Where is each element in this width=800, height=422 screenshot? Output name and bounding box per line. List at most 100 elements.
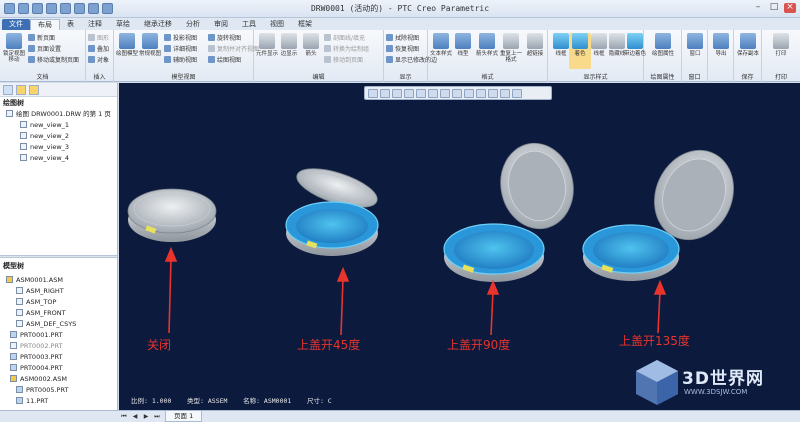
edge-display-button[interactable]: 边显示 bbox=[278, 33, 300, 69]
part-icon bbox=[16, 397, 23, 404]
tab-sketch[interactable]: 草绘 bbox=[109, 19, 137, 30]
tab-file[interactable]: 文件 bbox=[2, 19, 30, 30]
tab-frame[interactable]: 框架 bbox=[291, 19, 319, 30]
prev-page-icon[interactable]: ◀ bbox=[131, 413, 139, 421]
coordinate-system-icon bbox=[16, 320, 23, 327]
save-copy-button[interactable]: 保存副本 bbox=[737, 33, 759, 69]
text-style-button[interactable]: 文本样式 bbox=[430, 33, 452, 69]
tab-analysis[interactable]: 分析 bbox=[179, 19, 207, 30]
object-button[interactable]: 对象 bbox=[88, 56, 109, 65]
tab-table[interactable]: 表 bbox=[60, 19, 81, 30]
close-icon[interactable]: × bbox=[784, 3, 796, 13]
tab-tools[interactable]: 工具 bbox=[235, 19, 263, 30]
move-copy-page-button[interactable]: 移动或复制页面 bbox=[28, 56, 79, 65]
tree-item-part[interactable]: PRT0004.PRT bbox=[0, 363, 117, 374]
drawing-tree-item[interactable]: new_view_1 bbox=[0, 120, 117, 131]
drawing-tree-item[interactable]: new_view_2 bbox=[0, 131, 117, 142]
tab-legacy-migration[interactable]: 继承迁移 bbox=[137, 19, 179, 30]
graphic-button[interactable]: 图形 bbox=[88, 34, 109, 43]
tree-item-part[interactable]: PRT0002.PRT bbox=[0, 341, 117, 352]
drawing-tree-item[interactable]: new_view_3 bbox=[0, 142, 117, 153]
drawing-view-button[interactable]: 绘图视图 bbox=[208, 56, 241, 65]
folder-browser-icon[interactable] bbox=[16, 85, 26, 95]
erase-view-button[interactable]: 拭除视图 bbox=[386, 34, 419, 43]
text-style-label: 文本样式 bbox=[430, 51, 453, 57]
model-tree-header[interactable]: 模型树 bbox=[0, 260, 117, 272]
convert-draft-group-button[interactable]: 转换为绘制组 bbox=[324, 45, 369, 54]
arrow-button[interactable]: 箭头 bbox=[300, 33, 322, 69]
datum-plane-icon bbox=[16, 309, 23, 316]
group-drawing-props: 绘图属性 绘图属性 bbox=[644, 30, 682, 82]
first-page-icon[interactable]: ⏮ bbox=[120, 413, 128, 421]
tab-review[interactable]: 审阅 bbox=[207, 19, 235, 30]
new-page-button[interactable]: 新页面 bbox=[28, 34, 55, 43]
copy-align-icon bbox=[208, 45, 215, 52]
move-to-page-button[interactable]: 移动到页面 bbox=[324, 56, 363, 65]
last-page-icon[interactable]: ⏭ bbox=[153, 413, 161, 421]
wireframe-2-icon bbox=[591, 33, 607, 49]
hatch-fill-button[interactable]: 剖面线/填充 bbox=[324, 34, 365, 43]
drawing-tree-header[interactable]: 绘图树 bbox=[0, 97, 117, 109]
projection-view-button[interactable]: 投影视图 bbox=[164, 34, 197, 43]
wireframe-icon bbox=[553, 33, 569, 49]
next-page-icon[interactable]: ▶ bbox=[142, 413, 150, 421]
tree-item-part[interactable]: PRT0005.PRT bbox=[0, 385, 117, 396]
view-open-135[interactable] bbox=[582, 137, 748, 281]
page-tab[interactable]: 页面 1 bbox=[165, 411, 203, 422]
lock-view-button[interactable]: 锁定视图移动 bbox=[3, 33, 25, 69]
page-setup-button[interactable]: 页面设置 bbox=[28, 45, 61, 54]
edge-display-label: 边显示 bbox=[280, 51, 298, 57]
export-button[interactable]: 导出 bbox=[710, 33, 732, 69]
move-to-page-icon bbox=[324, 56, 331, 63]
drawing-tree-root-label: 绘图 DRW0001.DRW 的第 1 页 bbox=[16, 110, 111, 118]
repeat-format-button[interactable]: 重复上一格式 bbox=[500, 33, 522, 69]
drawing-model-button[interactable]: 绘图模型 bbox=[116, 33, 138, 69]
panel-splitter[interactable] bbox=[0, 255, 117, 258]
graphics-window[interactable]: 关闭 上盖开45度 上盖开90度 上盖开135度 比例: 1.000 类型: A… bbox=[119, 83, 800, 410]
tab-annotate[interactable]: 注释 bbox=[81, 19, 109, 30]
tree-item-part[interactable]: PRT0001.PRT bbox=[0, 330, 117, 341]
arrow-style-button[interactable]: 箭头样式 bbox=[476, 33, 498, 69]
component-display-button[interactable]: 元件显示 bbox=[256, 33, 278, 69]
auxiliary-view-button[interactable]: 辅助视图 bbox=[164, 56, 197, 65]
drawing-props-button[interactable]: 绘图属性 bbox=[652, 33, 674, 69]
hyperlink-button[interactable]: 超链接 bbox=[524, 33, 546, 69]
tree-item-part[interactable]: PRT0003.PRT bbox=[0, 352, 117, 363]
tab-view[interactable]: 视图 bbox=[263, 19, 291, 30]
cube-logo-icon bbox=[636, 360, 678, 405]
view-closed[interactable] bbox=[127, 188, 217, 242]
model-tree-root[interactable]: ASM0001.ASM bbox=[0, 275, 117, 286]
move-page-icon bbox=[28, 56, 35, 63]
view-open-45[interactable] bbox=[285, 161, 382, 256]
tree-item-subassembly[interactable]: ASM0002.ASM bbox=[0, 374, 117, 385]
maximize-icon[interactable]: □ bbox=[768, 3, 780, 13]
window-button[interactable]: 窗口 bbox=[684, 33, 706, 69]
resume-view-button[interactable]: 恢复视图 bbox=[386, 45, 419, 54]
page-setup-label: 页面设置 bbox=[37, 46, 62, 53]
tree-item-label: ASM_FRONT bbox=[26, 309, 66, 317]
copy-align-view-button[interactable]: 复制并对齐视图 bbox=[208, 45, 259, 54]
detail-view-button[interactable]: 详细视图 bbox=[164, 45, 197, 54]
minimize-icon[interactable]: – bbox=[752, 3, 764, 13]
shaded-edges-button[interactable]: 带边着色 bbox=[624, 33, 646, 69]
tree-item-datum-plane[interactable]: ASM_FRONT bbox=[0, 308, 117, 319]
save-copy-icon bbox=[740, 33, 756, 49]
overlay-button[interactable]: 叠加 bbox=[88, 45, 109, 54]
line-style-button[interactable]: 线型 bbox=[452, 33, 474, 69]
tree-tab-icon[interactable] bbox=[3, 85, 13, 95]
general-view-button[interactable]: 常规视图 bbox=[139, 33, 161, 69]
page-setup-icon bbox=[28, 45, 35, 52]
revolve-view-button[interactable]: 旋转视图 bbox=[208, 34, 241, 43]
tree-item-datum-plane[interactable]: ASM_RIGHT bbox=[0, 286, 117, 297]
shaded-edges-icon bbox=[627, 33, 643, 49]
tab-layout[interactable]: 布局 bbox=[30, 19, 60, 30]
drawing-tree-root[interactable]: 绘图 DRW0001.DRW 的第 1 页 bbox=[0, 109, 117, 120]
tree-item-part[interactable]: 11.PRT bbox=[0, 396, 117, 407]
tree-item-datum-plane[interactable]: ASM_TOP bbox=[0, 297, 117, 308]
component-display-label: 元件显示 bbox=[256, 51, 279, 57]
view-open-90[interactable] bbox=[443, 136, 581, 282]
favorites-icon[interactable] bbox=[29, 85, 39, 95]
print-button[interactable]: 打印 bbox=[770, 33, 792, 69]
drawing-tree-item[interactable]: new_view_4 bbox=[0, 153, 117, 164]
tree-item-csys[interactable]: ASM_DEF_CSYS bbox=[0, 319, 117, 330]
